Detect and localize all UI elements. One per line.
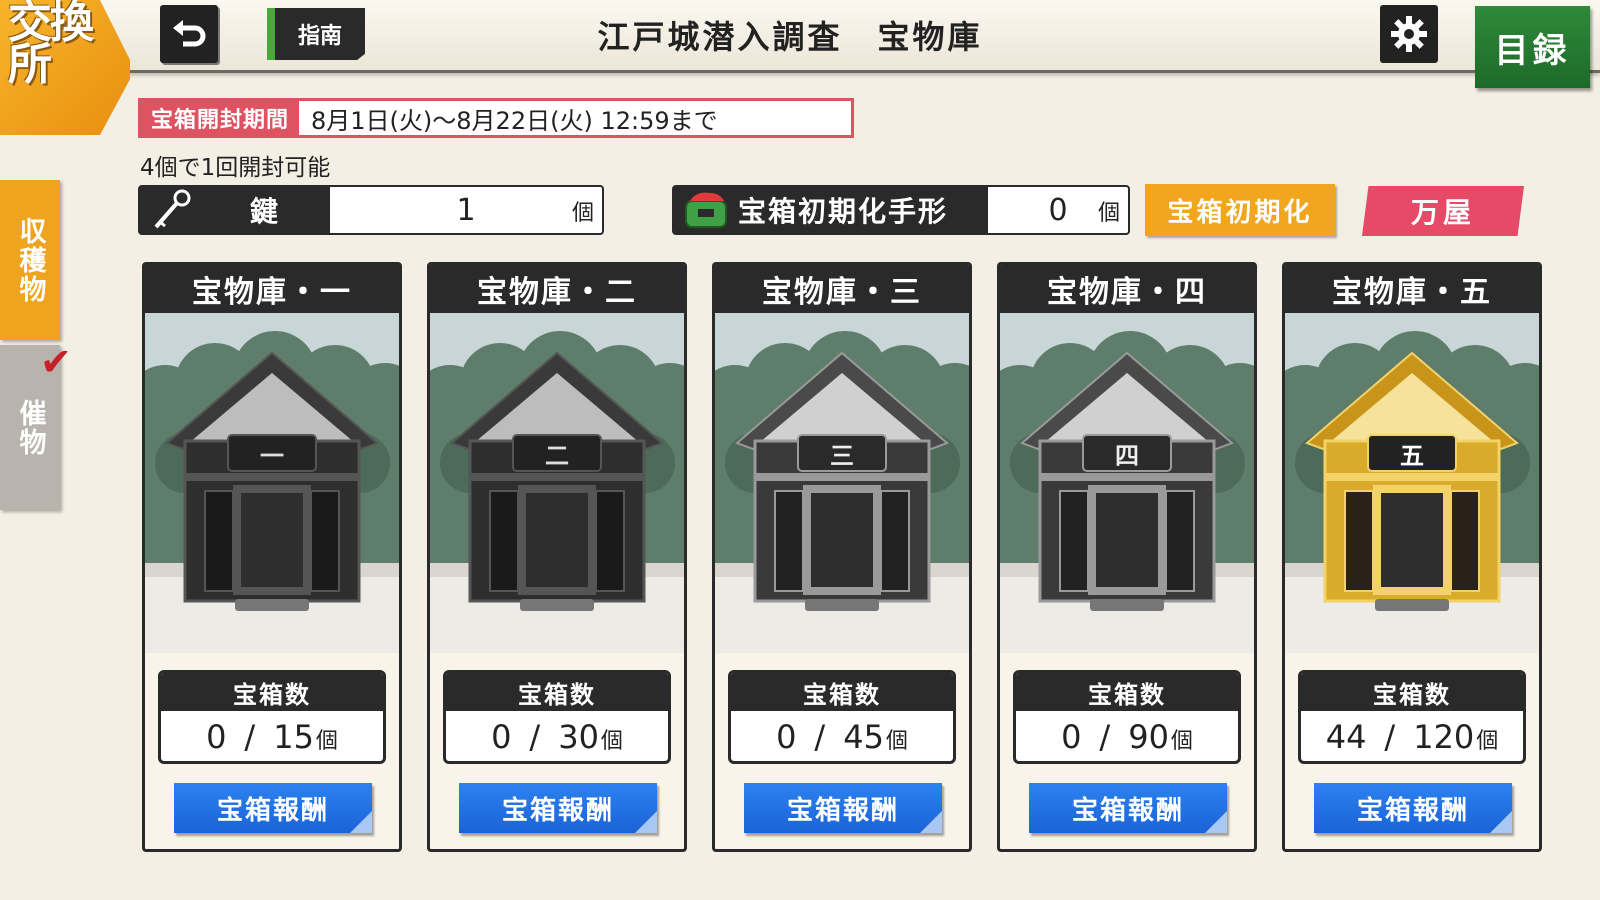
chest-count-box: 宝箱数 0 / 90個 [1013,670,1241,764]
chest-count-separator: / [244,718,256,756]
vault-card[interactable]: 宝物庫・二 二 宝箱数 0 / 30個 宝箱報酬 [427,262,687,852]
chest-opened-count: 44 [1325,718,1367,756]
chest-count-box: 宝箱数 0 / 30個 [443,670,671,764]
gear-icon [1391,16,1427,52]
chest-total-count: 120 [1413,718,1475,756]
reset-ticket-unit: 個 [1097,201,1120,226]
page-title: 江戸城潜入調査 宝物庫 [597,18,983,56]
open-period-label: 宝箱開封期間 [141,101,300,135]
vault-plaque-label: 三 [830,440,854,470]
chest-reward-button[interactable]: 宝箱報酬 [174,783,372,833]
tab-harvest-label: 収穫物 [14,216,46,304]
vault-title: 宝物庫・二 [430,265,684,313]
vault-card[interactable]: 宝物庫・五 五 宝箱数 44 / 120個 宝箱報酬 [1282,262,1542,852]
guide-button[interactable]: 指南 [267,8,365,60]
brand-label: 交換所 [8,0,94,90]
reset-ticket-counter: 宝箱初期化手形 0 個 [672,185,1130,235]
vault-title: 宝物庫・三 [715,265,969,313]
key-counter: 鍵 1 個 [138,185,604,235]
chest-reward-button[interactable]: 宝箱報酬 [459,783,657,833]
chest-count-label: 宝箱数 [1301,673,1523,711]
chest-total-count: 15 [273,718,314,756]
open-period-banner: 宝箱開封期間 8月1日(火)〜8月22日(火) 12:59まで [138,98,854,138]
vault-card[interactable]: 宝物庫・一 一 宝箱数 0 / 15個 宝箱報酬 [142,262,402,852]
key-icon [154,189,191,229]
vault-title: 宝物庫・四 [1000,265,1254,313]
key-count: 1 [456,192,476,228]
vault-building-image: 一 [145,313,399,653]
back-button[interactable] [160,5,218,63]
vault-building-image: 四 [1000,313,1254,653]
ticket-icon [685,192,727,228]
vault-plaque-label: 二 [545,440,569,470]
chest-count-separator: / [814,718,826,756]
chest-opened-count: 0 [1061,718,1082,756]
shop-button[interactable]: 万屋 [1362,186,1524,236]
vault-plaque-label: 四 [1115,440,1139,470]
chest-count-label: 宝箱数 [1016,673,1238,711]
chest-count-label: 宝箱数 [161,673,383,711]
reset-chests-button[interactable]: 宝箱初期化 [1145,184,1335,236]
tab-harvest[interactable]: 収穫物 [0,180,60,340]
chest-opened-count: 0 [776,718,797,756]
chest-total-count: 30 [558,718,599,756]
vault-plaque-label: 五 [1400,440,1424,470]
chest-count-box: 宝箱数 0 / 15個 [158,670,386,764]
open-period-value: 8月1日(火)〜8月22日(火) 12:59まで [311,106,718,135]
vault-building-image: 二 [430,313,684,653]
chest-reward-button[interactable]: 宝箱報酬 [744,783,942,833]
chest-total-count: 90 [1128,718,1169,756]
checkmark-icon: ✔ [40,340,72,384]
vault-title: 宝物庫・一 [145,265,399,313]
vault-building-image: 五 [1285,313,1539,653]
reset-ticket-count: 0 [1048,192,1068,228]
chest-count-unit: 個 [885,729,908,754]
vault-building-image: 三 [715,313,969,653]
key-label: 鍵 [250,195,281,228]
chest-reward-button[interactable]: 宝箱報酬 [1314,783,1512,833]
key-unit: 個 [571,201,594,226]
guide-label: 指南 [297,24,342,49]
chest-opened-count: 0 [206,718,227,756]
settings-button[interactable] [1380,5,1438,63]
catalog-button[interactable]: 目録 [1475,6,1590,88]
chest-count-box: 宝箱数 44 / 120個 [1298,670,1526,764]
chest-count-label: 宝箱数 [731,673,953,711]
tab-event-label: 催物 [14,398,46,457]
chest-count-unit: 個 [315,729,338,754]
chest-count-separator: / [1384,718,1396,756]
chest-reward-button[interactable]: 宝箱報酬 [1029,783,1227,833]
chest-count-separator: / [529,718,541,756]
open-condition-note: 4個で1回開封可能 [140,155,331,181]
chest-count-unit: 個 [1476,729,1499,754]
chest-count-unit: 個 [1170,729,1193,754]
vault-card[interactable]: 宝物庫・三 三 宝箱数 0 / 45個 宝箱報酬 [712,262,972,852]
reset-ticket-label: 宝箱初期化手形 [738,195,949,228]
chest-count-separator: / [1099,718,1111,756]
chest-count-box: 宝箱数 0 / 45個 [728,670,956,764]
chest-count-label: 宝箱数 [446,673,668,711]
chest-total-count: 45 [843,718,884,756]
chest-count-unit: 個 [600,729,623,754]
chest-opened-count: 0 [491,718,512,756]
vault-plaque-label: 一 [260,440,284,470]
back-arrow-icon [173,20,206,47]
vault-card[interactable]: 宝物庫・四 四 宝箱数 0 / 90個 宝箱報酬 [997,262,1257,852]
vault-title: 宝物庫・五 [1285,265,1539,313]
